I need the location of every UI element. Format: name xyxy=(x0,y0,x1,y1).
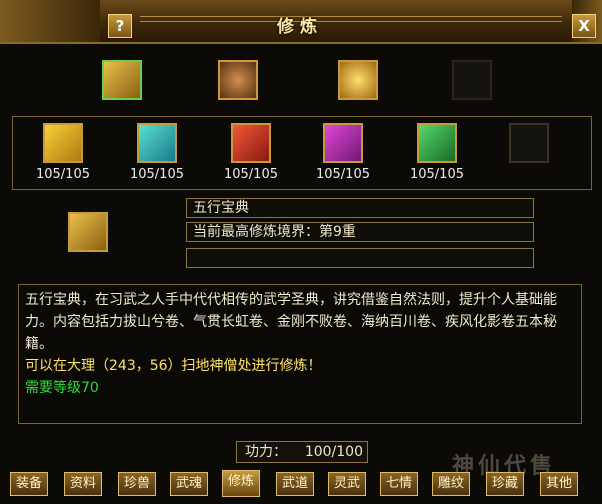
tab-profile[interactable]: 资料 xyxy=(64,472,102,496)
location-text: 可以在大理（243，56）扫地神僧处进行修炼！ xyxy=(25,358,322,374)
cultivation-level-field: 当前最高修炼境界：第9重 xyxy=(186,222,534,242)
wuxing-baodian-icon[interactable] xyxy=(102,60,142,100)
extra-info-field xyxy=(186,248,534,268)
window-title: 修炼 xyxy=(277,17,323,37)
close-button[interactable]: X xyxy=(572,14,596,38)
book-count: 105/105 xyxy=(409,167,464,182)
tab-pets[interactable]: 珍兽 xyxy=(118,472,156,496)
teal-book-icon[interactable] xyxy=(137,123,177,163)
tab-martial-way[interactable]: 武道 xyxy=(276,472,314,496)
tab-seven-emotions[interactable]: 七情 xyxy=(380,472,418,496)
red-book-icon[interactable] xyxy=(231,123,271,163)
purple-book-icon[interactable] xyxy=(323,123,363,163)
empty-slot[interactable] xyxy=(452,60,492,100)
top-skill-row xyxy=(12,46,590,112)
book-name-field: 五行宝典 xyxy=(186,198,534,218)
power-label: 功力： xyxy=(245,444,287,460)
description-text: 五行宝典，在习武之人手中代代相传的武学圣典，讲究借鉴自然法则，提升个人基础能力。… xyxy=(25,292,557,352)
green-book-icon[interactable] xyxy=(417,123,457,163)
tab-engraving[interactable]: 雕纹 xyxy=(432,472,470,496)
title-bar: ? 修炼 X xyxy=(0,0,602,44)
description-panel: 五行宝典，在习武之人手中代代相传的武学圣典，讲究借鉴自然法则，提升个人基础能力。… xyxy=(18,284,582,424)
title-decoration xyxy=(140,16,562,22)
tab-collection[interactable]: 珍藏 xyxy=(486,472,524,496)
treasure-chest-icon[interactable] xyxy=(338,60,378,100)
tab-equipment[interactable]: 装备 xyxy=(10,472,48,496)
empty-slot[interactable] xyxy=(509,123,549,163)
book-row: 105/105 105/105 105/105 105/105 105/105 xyxy=(12,116,592,190)
book-count: 105/105 xyxy=(315,167,370,182)
treasure-scroll-icon[interactable] xyxy=(218,60,258,100)
tab-bar: 装备 资料 珍兽 武魂 修炼 武道 灵武 七情 雕纹 珍藏 其他 xyxy=(0,470,602,504)
level-requirement-text: 需要等级70 xyxy=(25,380,99,396)
title-ornament-left xyxy=(0,0,100,42)
tab-cultivation[interactable]: 修炼 xyxy=(222,470,260,497)
power-display: 功力： 100/100 xyxy=(236,441,368,463)
selected-book-icon xyxy=(68,212,108,252)
cultivation-window: ? 修炼 X 105/105 105/105 105/105 105/105 1… xyxy=(0,0,602,504)
tab-martial-soul[interactable]: 武魂 xyxy=(170,472,208,496)
tab-spirit-weapon[interactable]: 灵武 xyxy=(328,472,366,496)
yellow-book-icon[interactable] xyxy=(43,123,83,163)
book-count: 105/105 xyxy=(223,167,278,182)
book-count: 105/105 xyxy=(129,167,184,182)
tab-other[interactable]: 其他 xyxy=(540,472,578,496)
help-button[interactable]: ? xyxy=(108,14,132,38)
book-count: 105/105 xyxy=(35,167,90,182)
power-value: 100/100 xyxy=(304,444,363,460)
